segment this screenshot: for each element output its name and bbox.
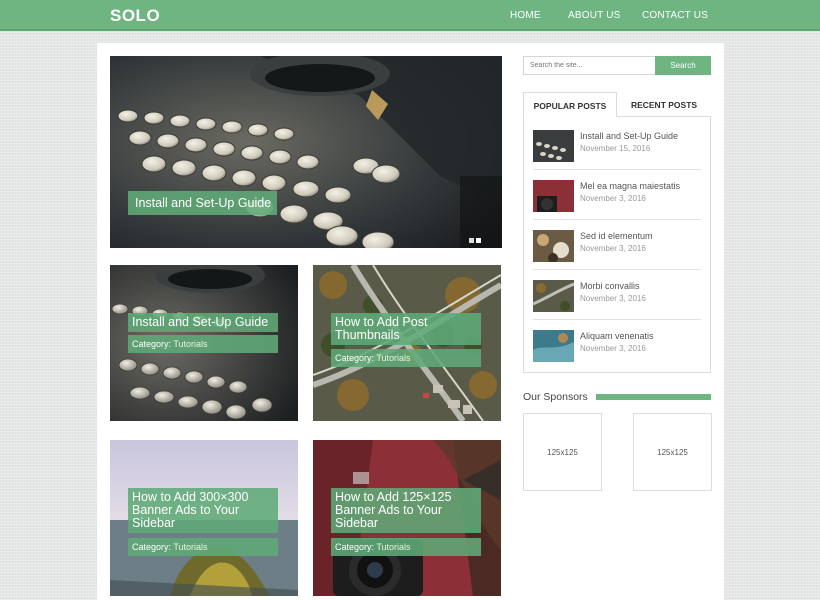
hero-slider[interactable] (110, 56, 502, 248)
popular-post-item[interactable]: Install and Set-Up Guide November 15, 20… (533, 130, 701, 170)
post-card-category: Category: Tutorials (128, 538, 278, 556)
slider-dots (469, 230, 483, 248)
site-logo[interactable]: SOLO (110, 6, 160, 26)
slider-dot-2[interactable] (476, 238, 481, 243)
post-thumbnail[interactable] (533, 280, 574, 312)
category-label: Category: (132, 339, 172, 349)
post-card-title[interactable]: How to Add 125×125 Banner Ads to Your Si… (331, 488, 481, 533)
popular-post-date: November 3, 2016 (580, 194, 646, 203)
popular-post-title[interactable]: Morbi convallis (580, 281, 640, 291)
category-link[interactable]: Tutorials (376, 542, 410, 552)
post-thumbnail[interactable] (533, 230, 574, 262)
divider (533, 319, 701, 320)
popular-post-date: November 3, 2016 (580, 294, 646, 303)
tab-popular-posts[interactable]: POPULAR POSTS (523, 92, 617, 117)
post-card-category: Category: Tutorials (331, 538, 481, 556)
post-thumbnail[interactable] (533, 130, 574, 162)
search-input[interactable] (523, 56, 656, 75)
category-link[interactable]: Tutorials (173, 339, 207, 349)
popular-post-item[interactable]: Morbi convallis November 3, 2016 (533, 280, 701, 320)
popular-post-title[interactable]: Sed id elementum (580, 231, 653, 241)
popular-post-item[interactable]: Aliquam venenatis November 3, 2016 (533, 330, 701, 370)
popular-post-item[interactable]: Mel ea magna maiestatis November 3, 2016 (533, 180, 701, 220)
category-link[interactable]: Tutorials (376, 353, 410, 363)
hero-typewriter-image (110, 56, 502, 248)
category-label: Category: (132, 542, 172, 552)
sponsors-heading: Our Sponsors (523, 391, 588, 403)
divider (533, 269, 701, 270)
post-thumbnail[interactable] (533, 330, 574, 362)
slider-dot-1[interactable] (469, 238, 474, 243)
category-label: Category: (335, 353, 375, 363)
sponsor-ad-slot[interactable]: 125x125 (523, 413, 602, 491)
top-navbar: SOLO HOME ABOUT US CONTACT US (0, 0, 820, 31)
search-button[interactable]: Search (655, 56, 711, 75)
category-label: Category: (335, 542, 375, 552)
sponsors-heading-bar (596, 394, 711, 400)
popular-post-date: November 3, 2016 (580, 244, 646, 253)
popular-post-title[interactable]: Install and Set-Up Guide (580, 131, 678, 141)
popular-post-date: November 15, 2016 (580, 144, 651, 153)
nav-contact-us[interactable]: CONTACT US (642, 10, 708, 21)
popular-post-title[interactable]: Mel ea magna maiestatis (580, 181, 680, 191)
post-card[interactable]: How to Add Post Thumbnails Category: Tut… (313, 265, 501, 421)
sponsor-ad-slot[interactable]: 125x125 (633, 413, 712, 491)
category-link[interactable]: Tutorials (173, 542, 207, 552)
post-card[interactable]: How to Add 125×125 Banner Ads to Your Si… (313, 440, 501, 596)
post-thumbnail[interactable] (533, 180, 574, 212)
popular-post-date: November 3, 2016 (580, 344, 646, 353)
post-card[interactable]: Install and Set-Up Guide Category: Tutor… (110, 265, 298, 421)
post-card[interactable]: How to Add 300×300 Banner Ads to Your Si… (110, 440, 298, 596)
popular-post-item[interactable]: Sed id elementum November 3, 2016 (533, 230, 701, 270)
hero-caption[interactable]: Install and Set-Up Guide (128, 191, 277, 215)
post-card-title[interactable]: How to Add 300×300 Banner Ads to Your Si… (128, 488, 278, 533)
nav-home[interactable]: HOME (510, 10, 541, 21)
divider (533, 169, 701, 170)
post-card-title[interactable]: Install and Set-Up Guide (128, 313, 278, 332)
post-card-title[interactable]: How to Add Post Thumbnails (331, 313, 481, 345)
post-card-category: Category: Tutorials (331, 349, 481, 367)
popular-post-title[interactable]: Aliquam venenatis (580, 331, 654, 341)
tab-recent-posts[interactable]: RECENT POSTS (617, 92, 711, 116)
post-card-category: Category: Tutorials (128, 335, 278, 353)
divider (533, 219, 701, 220)
nav-about-us[interactable]: ABOUT US (568, 10, 621, 21)
